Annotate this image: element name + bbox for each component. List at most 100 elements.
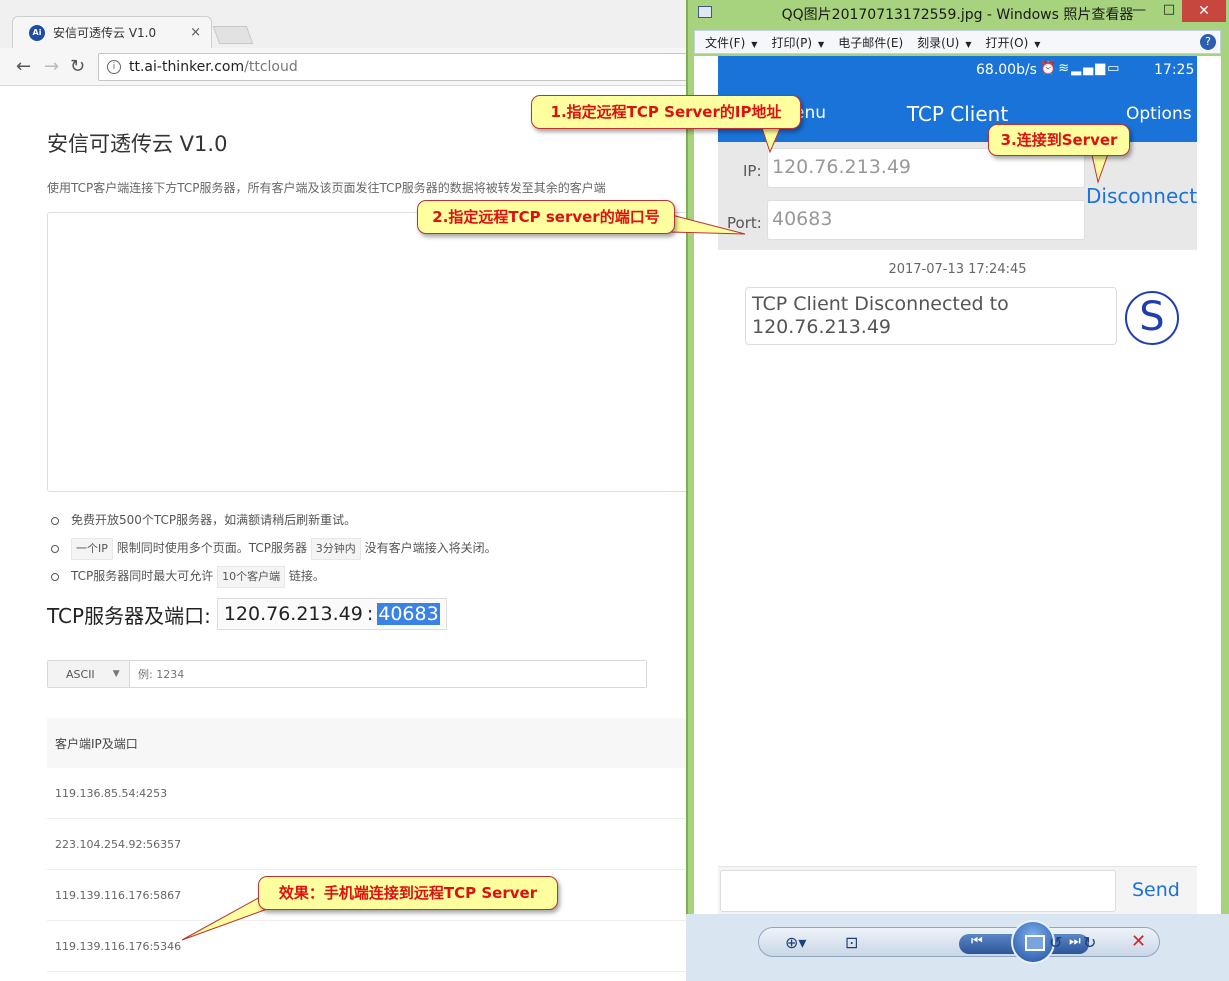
avatar: S xyxy=(1125,291,1179,345)
compose-bar: Send xyxy=(718,866,1197,914)
address-bar[interactable]: i tt.ai-thinker.com /ttcloud xyxy=(98,53,698,81)
site-favicon-icon: Ai xyxy=(29,24,45,41)
page-title: 安信可透传云 V1.0 xyxy=(47,132,228,156)
message-log-area[interactable] xyxy=(47,212,700,492)
options-button[interactable]: Options xyxy=(1126,104,1192,124)
client-table: 客户端IP及端口 119.136.85.54:4253 223.104.254.… xyxy=(47,718,700,972)
port-label: Port: xyxy=(727,214,762,232)
menu-file[interactable]: 文件(F) ▼ xyxy=(705,34,757,51)
server-separator: : xyxy=(366,603,374,625)
note-item: 免费开放500个TCP服务器，如满额请稍后刷新重试。 xyxy=(47,510,497,538)
window-border xyxy=(686,0,688,981)
server-address-row: TCP服务器及端口: 120.76.213.49 : 40683 xyxy=(47,598,447,630)
previous-icon[interactable]: ⏮ xyxy=(971,934,983,949)
note-text: TCP服务器同时最大可允许 xyxy=(71,569,214,583)
delete-icon[interactable]: ✕ xyxy=(1131,931,1146,952)
notes-list: 免费开放500个TCP服务器，如满额请稍后刷新重试。 一个IP 限制同时使用多个… xyxy=(47,510,497,594)
table-row: 223.104.254.92:56357 xyxy=(47,819,700,870)
ip-label: IP: xyxy=(743,162,762,180)
viewer-menubar: 文件(F) ▼ 打印(P) ▼ 电子邮件(E) 刻录(U) ▼ 打开(O) ▼ ? xyxy=(694,30,1221,54)
reload-icon[interactable]: ↻ xyxy=(70,56,85,77)
close-icon[interactable]: ✕ xyxy=(1182,0,1226,22)
note-code: 10个客户端 xyxy=(217,566,286,588)
tab-title: 安信可透传云 V1.0 xyxy=(53,26,157,40)
connection-form: IP: 120.76.213.49 Port: 40683 Disconnect xyxy=(718,142,1197,250)
viewer-control-bar: ⊕▾ ⊡ ⏮ ⏭ ↺ ↻ ✕ xyxy=(686,914,1229,981)
menu-label: 刻录(U) xyxy=(917,35,960,50)
chat-timestamp: 2017-07-13 17:24:45 xyxy=(888,262,1027,277)
caret-down-icon: ▼ xyxy=(818,39,825,49)
network-speed: 68.00b/s xyxy=(976,62,1037,78)
note-item: TCP服务器同时最大可允许 10个客户端 链接。 xyxy=(47,566,497,594)
phone-status-bar: 68.00b/s ⏰≋▂▄▆▭ 17:25 xyxy=(718,56,1197,86)
callout-ip: 1.指定远程TCP Server的IP地址 xyxy=(531,95,801,129)
status-time: 17:25 xyxy=(1154,62,1195,78)
menu-label: 打开(O) xyxy=(985,35,1029,50)
chat-message: TCP Client Disconnected to 120.76.213.49 xyxy=(745,287,1117,345)
forward-arrow-icon[interactable]: → xyxy=(44,56,59,77)
browser-window: Ai 安信可透传云 V1.0 × ← → ↻ i tt.ai-thinker.c… xyxy=(0,0,700,981)
minimize-icon[interactable]: — xyxy=(1126,2,1152,22)
wifi-icon: ≋ xyxy=(1058,61,1072,76)
url-domain: tt.ai-thinker.com xyxy=(129,59,245,75)
note-item: 一个IP 限制同时使用多个页面。TCP服务器 3分钟内 没有客户端接入将关闭。 xyxy=(47,538,497,566)
table-row: 119.139.116.176:5346 xyxy=(47,921,700,972)
server-port-selected: 40683 xyxy=(377,603,440,625)
note-code: 一个IP xyxy=(71,538,113,560)
chevron-down-icon: ▼ xyxy=(112,669,120,679)
status-icons: ⏰≋▂▄▆▭ xyxy=(1040,61,1121,76)
encoding-select[interactable]: ASCII ▼ xyxy=(48,661,130,687)
photo-viewer-window: QQ图片20170713172559.jpg - Windows 照片查看器 —… xyxy=(686,0,1229,981)
site-info-icon[interactable]: i xyxy=(107,60,121,74)
help-icon[interactable]: ? xyxy=(1200,34,1216,50)
rotate-right-icon[interactable]: ↻ xyxy=(1083,933,1096,952)
browser-tab[interactable]: Ai 安信可透传云 V1.0 × xyxy=(12,16,212,48)
note-text: 限制同时使用多个页面。TCP服务器 xyxy=(116,541,307,555)
caret-down-icon: ▼ xyxy=(965,39,972,49)
table-header: 客户端IP及端口 xyxy=(47,718,700,768)
server-ip: 120.76.213.49 xyxy=(223,603,363,625)
signal-icon: ▂▄▆ xyxy=(1071,61,1108,76)
menu-print[interactable]: 打印(P) ▼ xyxy=(771,34,824,51)
menu-label: 文件(F) xyxy=(705,35,746,50)
callout-result: 效果：手机端连接到远程TCP Server xyxy=(258,876,558,910)
note-text: 免费开放500个TCP服务器，如满额请稍后刷新重试。 xyxy=(71,513,357,527)
caret-down-icon: ▼ xyxy=(751,39,758,49)
viewer-titlebar: QQ图片20170713172559.jpg - Windows 照片查看器 —… xyxy=(686,0,1229,26)
note-text: 链接。 xyxy=(288,569,325,583)
page-description: 使用TCP客户端连接下方TCP服务器，所有客户端及该页面发往TCP服务器的数据将… xyxy=(47,181,606,195)
zoom-icon[interactable]: ⊕▾ xyxy=(785,933,806,952)
send-button[interactable]: Send xyxy=(1132,879,1180,901)
menu-label: 打印(P) xyxy=(771,35,813,50)
back-arrow-icon[interactable]: ← xyxy=(16,56,31,77)
phone-screenshot: 68.00b/s ⏰≋▂▄▆▭ 17:25 enu TCP Client Opt… xyxy=(718,56,1197,914)
next-icon[interactable]: ⏭ xyxy=(1069,934,1081,949)
send-input[interactable] xyxy=(130,661,646,687)
actual-size-icon[interactable]: ⊡ xyxy=(845,933,858,952)
battery-icon: ▭ xyxy=(1107,61,1122,76)
tab-close-icon[interactable]: × xyxy=(190,25,201,40)
menu-open[interactable]: 打开(O) ▼ xyxy=(985,34,1040,51)
encoding-value: ASCII xyxy=(66,667,95,681)
table-row: 119.136.85.54:4253 xyxy=(47,768,700,819)
callout-connect: 3.连接到Server xyxy=(988,124,1130,156)
new-tab-button[interactable] xyxy=(212,26,254,44)
send-row: ASCII ▼ xyxy=(47,660,647,688)
disconnect-button[interactable]: Disconnect xyxy=(1086,184,1197,208)
screen: Ai 安信可透传云 V1.0 × ← → ↻ i tt.ai-thinker.c… xyxy=(0,0,1229,981)
note-text: 没有客户端接入将关闭。 xyxy=(364,541,497,555)
rotate-left-icon[interactable]: ↺ xyxy=(1049,933,1062,952)
callout-port: 2.指定远程TCP server的端口号 xyxy=(417,200,675,234)
port-field[interactable]: 40683 xyxy=(767,200,1085,240)
server-label: TCP服务器及端口: xyxy=(47,603,211,628)
maximize-icon[interactable]: □ xyxy=(1156,2,1182,22)
menu-email[interactable]: 电子邮件(E) xyxy=(838,34,903,51)
control-pill: ⊕▾ ⊡ ⏮ ⏭ ↺ ↻ ✕ xyxy=(758,920,1160,964)
tab-strip: Ai 安信可透传云 V1.0 × xyxy=(0,0,700,48)
menu-label: 电子邮件(E) xyxy=(838,35,904,50)
url-path: /ttcloud xyxy=(244,59,298,75)
menu-burn[interactable]: 刻录(U) ▼ xyxy=(917,34,971,51)
caret-down-icon: ▼ xyxy=(1034,39,1041,49)
server-address-box[interactable]: 120.76.213.49 : 40683 xyxy=(216,598,447,630)
message-input[interactable] xyxy=(720,870,1116,912)
